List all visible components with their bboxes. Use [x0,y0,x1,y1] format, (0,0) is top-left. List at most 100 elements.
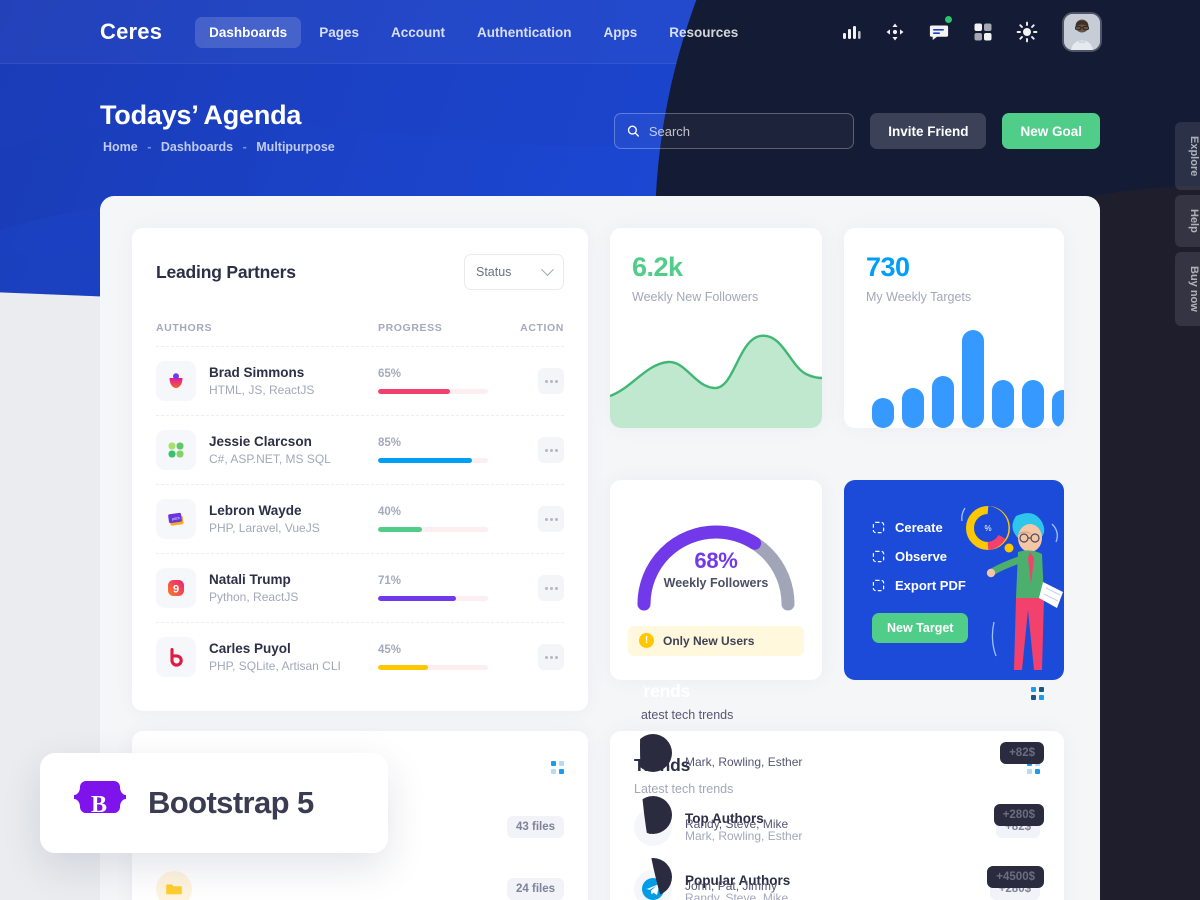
svg-text:B: B [91,792,107,818]
invite-friend-button[interactable]: Invite Friend [870,113,987,149]
bootstrap-logo-icon: B [74,777,126,829]
weekly-followers-gauge-card: 68% Weekly Followers ! Only New Users [610,479,822,680]
sun-icon[interactable] [1016,21,1038,43]
side-tab-buy-now[interactable]: Buy now [1175,252,1200,327]
side-tabs: Explore Help Buy now [1175,122,1200,327]
diamond-icon[interactable] [884,21,906,43]
partner-stack: HTML, JS, ReactJS [209,383,315,397]
partners-header: Leading Partners Status [156,254,564,290]
trend-name: Popular Authors [685,873,791,888]
search-box[interactable] [614,113,855,149]
row-actions-button[interactable] [538,575,564,601]
trend-sub: Mark, Rowling, Esther [685,829,803,843]
nav-links: Dashboards Pages Account Authentication … [195,16,752,48]
nav-link-apps[interactable]: Apps [589,17,651,48]
row-actions-button[interactable] [538,368,564,394]
list-item[interactable]: Top Authors Mark, Rowling, Esther +82$ [634,796,1040,858]
partner-author: Brad Simmons HTML, JS, ReactJS [156,361,378,401]
partner-progress: 71% [378,575,510,601]
column-action: ACTION [520,322,564,334]
notification-dot [945,16,952,23]
chevron-down-icon [541,262,554,276]
nav-link-authentication[interactable]: Authentication [463,17,586,48]
bar-chart-icon[interactable] [840,21,862,43]
table-row[interactable]: 9 Natali Trump Python, ReactJS 71% [156,553,564,622]
trends-menu-button[interactable] [1027,761,1040,774]
partner-progress: 85% [378,437,510,463]
trend-sub: Randy, Steve, Mike [685,891,789,900]
bootstrap-badge[interactable]: B Bootstrap 5 [40,753,388,853]
hero-actions: Invite Friend New Goal [614,113,1100,149]
list-item[interactable]: Popular Authors Randy, Steve, Mike +280$ [634,858,1040,900]
gauge-alert: ! Only New Users [628,625,804,656]
partner-author: pitch Lebron Wayde PHP, Laravel, VueJS [156,499,378,539]
folder-file-count: 24 files [507,878,564,900]
partner-author: Jessie Clarcson C#, ASP.NET, MS SQL [156,430,378,470]
bar-chart [844,318,1064,428]
stat-value: 6.2k [632,252,683,282]
breadcrumb-item-dashboards[interactable]: Dashboards [161,140,233,154]
gauge-chart: 68% Weekly Followers [628,508,804,612]
table-row[interactable]: Brad Simmons HTML, JS, ReactJS 65% [156,346,564,415]
row-actions-button[interactable] [538,506,564,532]
avatar[interactable] [1064,14,1100,50]
cards-icon: pitch [156,499,196,539]
partner-name: Brad Simmons [209,365,305,380]
status-select[interactable]: Status [464,254,564,290]
list-item[interactable]: 24 files [156,858,564,900]
breadcrumb-separator: - [147,140,152,154]
partner-percent: 65% [378,368,402,380]
trends-subtitle: Latest tech trends [634,782,734,796]
partner-progress: 40% [378,506,510,532]
hero-content: Todays’ Agenda Home - Dashboards - Multi… [100,100,338,154]
nav-link-account[interactable]: Account [377,17,459,48]
bebo-icon [156,637,196,677]
row-actions-button[interactable] [538,644,564,670]
progress-track [378,596,488,601]
partner-stack: PHP, SQLite, Artisan CLI [209,659,341,673]
partner-stack: C#, ASP.NET, MS SQL [209,452,331,466]
telegram-icon [634,870,672,900]
partner-author: 9 Natali Trump Python, ReactJS [156,568,378,608]
partner-percent: 85% [378,437,402,449]
nav-link-dashboards[interactable]: Dashboards [195,16,302,48]
grid-icon[interactable] [972,21,994,43]
new-goal-button[interactable]: New Goal [1002,113,1100,149]
progress-track [378,665,488,670]
partners-title: Leading Partners [156,261,296,282]
row-actions-button[interactable] [538,437,564,463]
partner-name: Carles Puyol [209,641,291,656]
table-row[interactable]: Carles Puyol PHP, SQLite, Artisan CLI 45… [156,622,564,691]
dashed-square-icon [872,550,885,562]
gauge-percent: 68% [694,547,738,573]
stat-label: My Weekly Targets [866,290,972,304]
search-input[interactable] [648,123,842,139]
nav-link-pages[interactable]: Pages [305,17,373,48]
partner-name: Jessie Clarcson [209,434,312,449]
nav-link-resources[interactable]: Resources [655,17,752,48]
partner-author: Carles Puyol PHP, SQLite, Artisan CLI [156,637,378,677]
breadcrumb-item-multipurpose[interactable]: Multipurpose [256,140,334,154]
folders-menu-button[interactable] [551,761,564,774]
partner-percent: 45% [378,644,402,656]
partner-percent: 71% [378,575,402,587]
folder-icon [156,871,192,900]
weekly-targets-stat-card: 730 My Weekly Targets [844,228,1064,428]
chat-icon[interactable] [928,16,952,43]
trend-amount: +82$ [996,816,1040,838]
column-authors: AUTHORS [156,322,213,334]
trends-title: Trends [634,755,691,775]
breadcrumb-separator: - [242,140,247,154]
exclamation-icon: ! [639,633,654,648]
breadcrumb-item-home[interactable]: Home [103,140,138,154]
table-row[interactable]: Jessie Clarcson C#, ASP.NET, MS SQL 85% [156,415,564,484]
side-tab-help[interactable]: Help [1175,195,1200,248]
progress-track [378,458,488,463]
dashed-square-icon [872,579,885,591]
column-progress: PROGRESS [378,322,443,334]
brand-logo[interactable]: Ceres [100,19,162,45]
partner-name: Natali Trump [209,572,291,587]
table-row[interactable]: pitch Lebron Wayde PHP, Laravel, VueJS 4… [156,484,564,553]
side-tab-explore[interactable]: Explore [1175,122,1200,191]
task-label: Cereate [895,519,943,535]
